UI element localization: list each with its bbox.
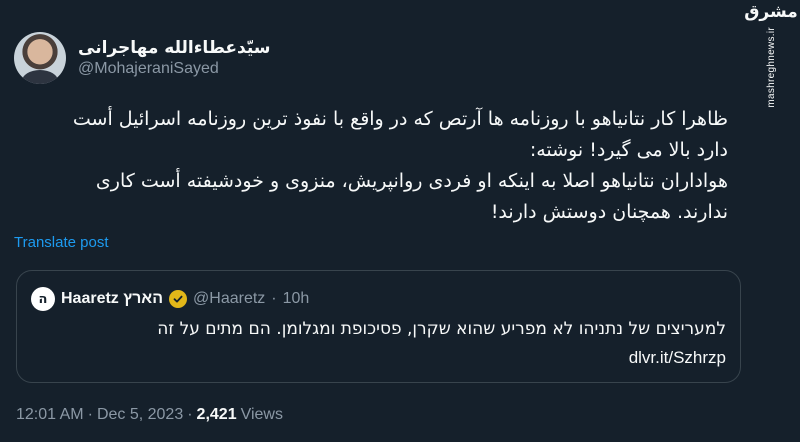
views-label: Views [240,406,283,423]
tweet-time[interactable]: 12:01 AM [16,406,84,424]
quoted-separator: · [271,290,277,307]
tweet-date[interactable]: Dec 5, 2023 [97,406,183,424]
quoted-tweet-header: ה Haaretz הארץ @Haaretz · 10h [31,287,309,311]
translate-post-link[interactable]: Translate post [14,234,109,251]
quoted-avatar[interactable]: ה [31,287,55,311]
verified-badge-icon [169,290,188,308]
tweet-meta: 12:01 AM · Dec 5, 2023 · 2,421 Views [16,406,283,424]
watermark: مشرق mashreghnews.ir [744,4,798,144]
checkmark-icon [173,295,183,303]
watermark-logo: مشرق [744,2,798,22]
watermark-url: mashreghnews.ir [765,27,777,108]
author-names: سیّدعطاءالله مهاجرانی @MohajeraniSayed [78,38,270,78]
quoted-tweet[interactable]: ה Haaretz הארץ @Haaretz · 10h למעריצים ש… [16,270,741,383]
tweet-text-line: ظاهرا کار نتانیاهو با روزنامه ها آرتص که… [72,108,728,130]
tweet-text-line: دارد بالا می گیرد! نوشته: [529,139,728,161]
author-handle[interactable]: @MohajeraniSayed [78,60,270,78]
tweet-card: سیّدعطاءالله مهاجرانی @MohajeraniSayed م… [0,0,800,442]
views-count: 2,421 [196,406,237,423]
quoted-text: למעריצים של נתניהו לא מפריע שהוא שקרן, פ… [157,319,726,339]
tweet-header: سیّدعطاءالله مهاجرانی @MohajeraniSayed [14,30,270,86]
tweet-text-line: هواداران نتانیاهو اصلا به اینکه او فردی … [95,170,728,192]
quoted-author-name[interactable]: Haaretz הארץ [61,290,163,308]
tweet-text-line: ندارند. همچنان دوستش دارند! [490,201,728,223]
meta-separator: · [87,406,93,423]
quoted-time[interactable]: 10h [283,290,310,308]
avatar[interactable] [14,32,66,84]
quoted-link[interactable]: dlvr.it/Szhrzp [629,348,726,368]
meta-separator: · [187,406,193,423]
tweet-text: ظاهرا کار نتانیاهو با روزنامه ها آرتص که… [20,104,728,228]
quoted-author-handle[interactable]: @Haaretz [193,290,265,308]
author-display-name[interactable]: سیّدعطاءالله مهاجرانی [78,38,270,58]
